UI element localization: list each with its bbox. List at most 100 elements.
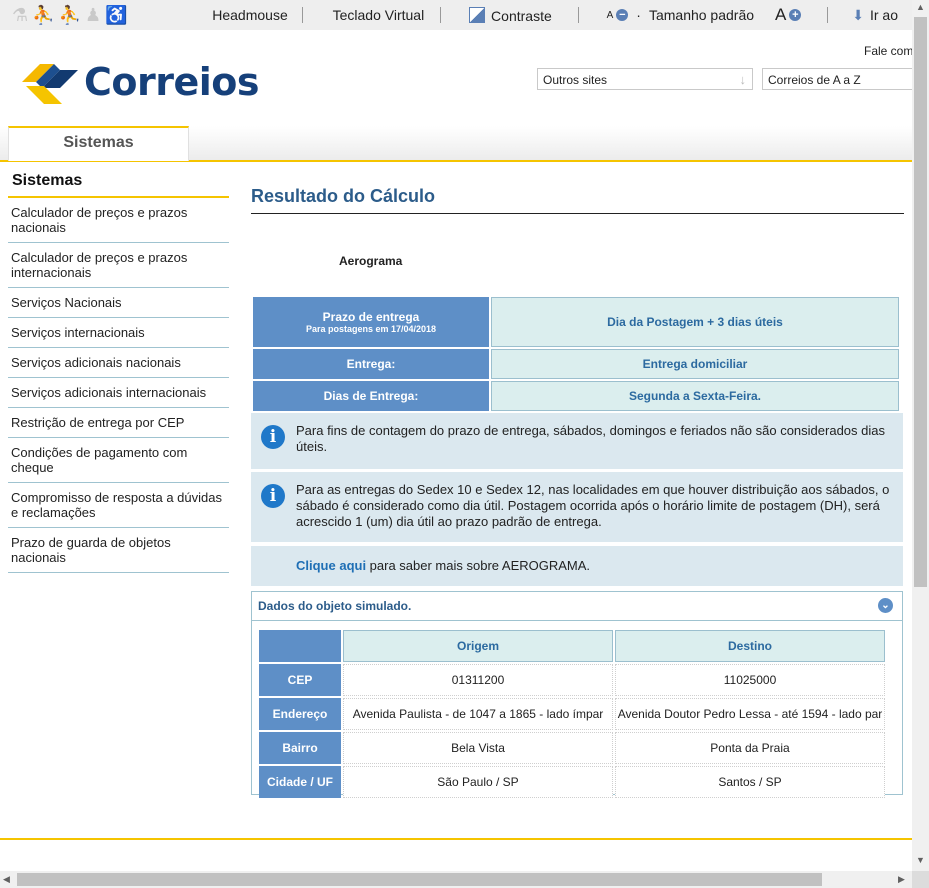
table-row: Bairro Bela Vista Ponta da Praia	[259, 732, 885, 764]
table-row: Entrega: Entrega domiciliar	[253, 349, 899, 379]
origem-cell: São Paulo / SP	[343, 766, 613, 798]
prazo-label-cell: Prazo de entrega Para postagens em 17/04…	[253, 297, 489, 347]
origem-cell: Avenida Paulista - de 1047 a 1865 - lado…	[343, 698, 613, 730]
correios-logo[interactable]: Correios	[22, 60, 260, 104]
go-to-label: Ir ao	[869, 6, 898, 23]
row-label: Endereço	[259, 698, 341, 730]
prazo-sub-label: Para postagens em 17/04/2018	[305, 324, 437, 334]
destino-cell: Santos / SP	[615, 766, 885, 798]
go-to-link[interactable]: ⬇ Ir ao	[828, 7, 912, 24]
destino-cell: Ponta da Praia	[615, 732, 885, 764]
scroll-left-icon[interactable]: ◀	[3, 874, 10, 885]
accessibility-bar: ⚗ ⛹ ⛹ ♟ ♿ Headmouse Teclado Virtual Cont…	[0, 0, 912, 31]
contrast-link[interactable]: Contraste	[441, 6, 578, 24]
table-row: Origem Destino	[259, 630, 885, 662]
column-header-origem: Origem	[343, 630, 613, 662]
prazo-label: Prazo de entrega	[322, 310, 420, 324]
panel-title: Dados do objeto simulado.	[258, 599, 412, 613]
destino-cell: 11025000	[615, 664, 885, 696]
row-label: CEP	[259, 664, 341, 696]
table-row: Dias de Entrega: Segunda a Sexta-Feira.	[253, 381, 899, 411]
sidebar-item-calc-internacional[interactable]: Calculador de preços e prazos internacio…	[8, 243, 229, 288]
entrega-label: Entrega:	[253, 349, 489, 379]
table-row: Endereço Avenida Paulista - de 1047 a 18…	[259, 698, 885, 730]
headmouse-link[interactable]: Headmouse	[176, 7, 302, 23]
correios-az-value: Correios de A a Z	[768, 73, 861, 87]
elderly-person-icon[interactable]: ⚗	[12, 6, 28, 24]
sidebar-item-restricao-cep[interactable]: Restrição de entrega por CEP	[8, 408, 229, 438]
sidebar-item-adicionais-internacionais[interactable]: Serviços adicionais internacionais	[8, 378, 229, 408]
arrow-down-icon: ⬇	[852, 6, 864, 23]
scrollbar-corner	[912, 871, 929, 888]
sidebar-item-adicionais-nacionais[interactable]: Serviços adicionais nacionais	[8, 348, 229, 378]
table-row: Prazo de entrega Para postagens em 17/04…	[253, 297, 899, 347]
sidebar-item-servicos-nacionais[interactable]: Serviços Nacionais	[8, 288, 229, 318]
horizontal-scroll-thumb[interactable]	[17, 873, 822, 886]
font-size-controls: A − · Tamanho padrão A +	[579, 5, 814, 25]
column-header-destino: Destino	[615, 630, 885, 662]
info-icon: i	[261, 484, 285, 508]
info-icon: i	[261, 425, 285, 449]
person-walking-icon[interactable]: ⛹	[32, 6, 54, 24]
sidebar-item-servicos-internacionais[interactable]: Serviços internacionais	[8, 318, 229, 348]
scroll-up-icon[interactable]: ▲	[912, 2, 929, 12]
correios-az-select[interactable]: Correios de A a Z	[762, 68, 912, 90]
footer-divider	[0, 838, 912, 840]
other-sites-select[interactable]: Outros sites ↓	[537, 68, 753, 90]
sidebar-item-prazo-guarda[interactable]: Prazo de guarda de objetos nacionais	[8, 528, 229, 573]
row-label: Bairro	[259, 732, 341, 764]
info-box-sedex: i Para as entregas do Sedex 10 e Sedex 1…	[251, 472, 903, 542]
plus-icon[interactable]: +	[789, 9, 802, 21]
dias-value: Segunda a Sexta-Feira.	[491, 381, 899, 411]
origem-cell: Bela Vista	[343, 732, 613, 764]
sidebar-item-calc-nacional[interactable]: Calculador de preços e prazos nacionais	[8, 198, 229, 243]
service-name: Aerograma	[339, 254, 403, 268]
vertical-scrollbar[interactable]: ▲ ▼	[912, 0, 929, 871]
info-text: Para fins de contagem do prazo de entreg…	[296, 423, 885, 454]
table-row: CEP 01311200 11025000	[259, 664, 885, 696]
default-font-size-link[interactable]: Tamanho padrão	[649, 7, 754, 23]
simulated-object-header[interactable]: Dados do objeto simulado. ⌄	[252, 592, 902, 621]
destino-cell: Avenida Doutor Pedro Lessa - até 1594 - …	[615, 698, 885, 730]
accessibility-icons: ⚗ ⛹ ⛹ ♟ ♿	[0, 6, 176, 24]
scroll-down-icon[interactable]: ▼	[912, 855, 929, 865]
pregnant-person-icon[interactable]: ♟	[85, 6, 101, 24]
table-row: Cidade / UF São Paulo / SP Santos / SP	[259, 766, 885, 798]
simulated-object-panel: Dados do objeto simulado. ⌄ Origem Desti…	[251, 591, 903, 798]
info-box-prazo: i Para fins de contagem do prazo de entr…	[251, 413, 903, 469]
origem-cell: 01311200	[343, 664, 613, 696]
header-blank-cell	[259, 630, 341, 662]
vertical-scroll-thumb[interactable]	[914, 17, 927, 587]
info-text: Para as entregas do Sedex 10 e Sedex 12,…	[296, 482, 890, 529]
site-header: Correios Fale com Outros sites ↓ Correio…	[0, 30, 913, 126]
info-box-link: Clique aqui para saber mais sobre AEROGR…	[251, 546, 903, 586]
prazo-value: Dia da Postagem + 3 dias úteis	[491, 297, 899, 347]
decrease-font-label[interactable]: A	[607, 10, 614, 21]
scroll-right-icon[interactable]: ▶	[898, 874, 905, 885]
address-table: Origem Destino CEP 01311200 11025000 End…	[257, 628, 887, 800]
minus-icon[interactable]: −	[616, 9, 629, 21]
tab-sistemas[interactable]: Sistemas	[8, 126, 189, 161]
increase-font-label[interactable]: A	[775, 5, 786, 25]
sidebar-item-pagamento-cheque[interactable]: Condições de pagamento com cheque	[8, 438, 229, 483]
chevron-down-icon[interactable]: ⌄	[878, 598, 893, 613]
wheelchair-icon[interactable]: ♿	[105, 6, 127, 24]
entrega-value: Entrega domiciliar	[491, 349, 899, 379]
delivery-table: Prazo de entrega Para postagens em 17/04…	[251, 295, 901, 413]
dias-label: Dias de Entrega:	[253, 381, 489, 411]
horizontal-scrollbar[interactable]: ◀ ▶	[0, 871, 912, 888]
tab-bar: Sistemas	[0, 126, 912, 162]
clique-aqui-link[interactable]: Clique aqui	[296, 558, 366, 573]
contrast-icon	[469, 6, 486, 23]
page-title: Resultado do Cálculo	[251, 180, 904, 214]
contrast-label: Contraste	[491, 7, 552, 24]
logo-text: Correios	[84, 60, 260, 104]
dot-separator: ·	[636, 7, 641, 23]
person-with-baby-icon[interactable]: ⛹	[59, 6, 81, 24]
contact-link[interactable]: Fale com	[864, 44, 913, 58]
sidebar-item-compromisso[interactable]: Compromisso de resposta a dúvidas e recl…	[8, 483, 229, 528]
virtual-keyboard-link[interactable]: Teclado Virtual	[303, 7, 441, 23]
arrow-down-icon: ↓	[739, 72, 747, 87]
sidebar-title: Sistemas	[8, 168, 229, 198]
clique-rest-text: para saber mais sobre AEROGRAMA.	[366, 558, 591, 573]
